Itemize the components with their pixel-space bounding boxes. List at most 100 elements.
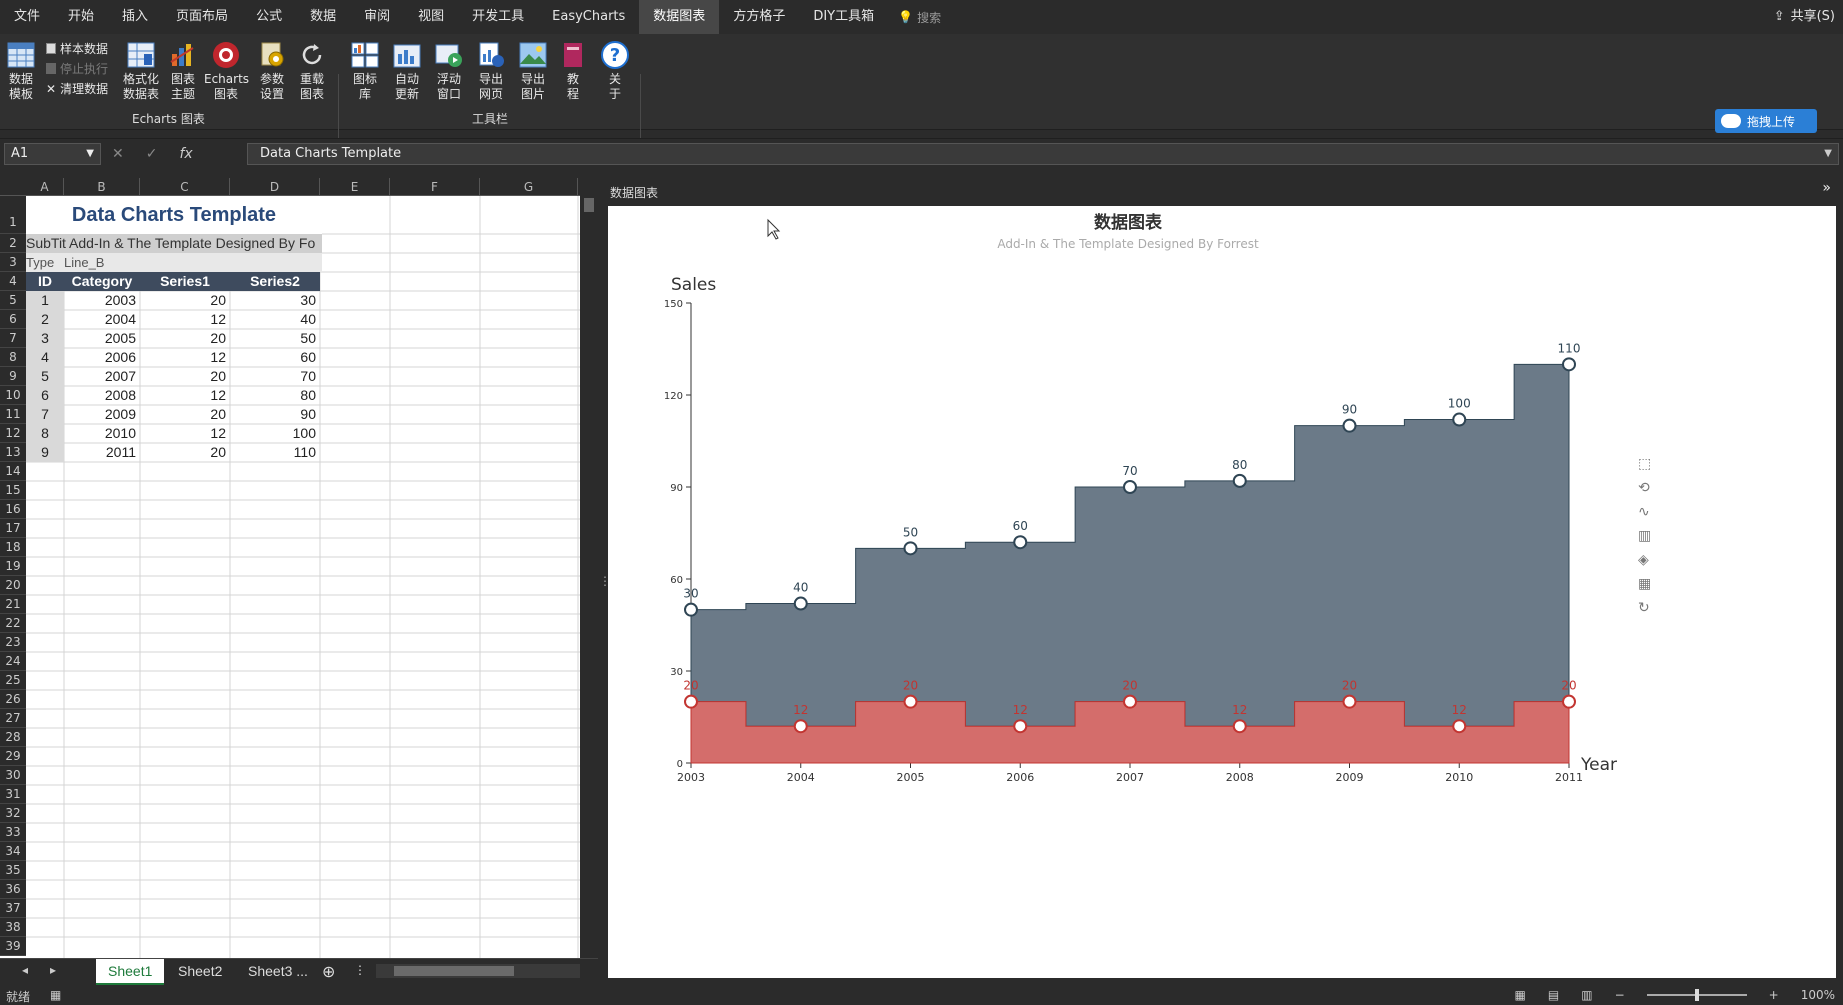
table-cell[interactable]: 5 bbox=[26, 367, 64, 386]
chart-svg[interactable]: 数据图表 Add-In & The Template Designed By Fo… bbox=[608, 206, 1836, 978]
zoom-icon[interactable]: ⬚ bbox=[1638, 456, 1651, 472]
column-header-d[interactable]: D bbox=[230, 178, 320, 196]
row-header-19[interactable]: 19 bbox=[0, 557, 26, 576]
table-cell[interactable]: 7 bbox=[26, 405, 64, 424]
tab-sheet1[interactable]: Sheet1 bbox=[96, 959, 165, 985]
cell-grid[interactable]: Data Charts Template SubTit Add-In & The… bbox=[26, 196, 580, 958]
zoom-out-icon[interactable]: − bbox=[1615, 988, 1625, 1002]
table-cell[interactable]: 60 bbox=[230, 348, 320, 367]
zoom-reset-icon[interactable]: ⟲ bbox=[1638, 480, 1650, 496]
table-cell[interactable]: 12 bbox=[140, 310, 230, 329]
table-cell[interactable]: 2009 bbox=[64, 405, 140, 424]
cell-type-value[interactable]: Line_B bbox=[64, 253, 322, 272]
add-sheet-icon[interactable]: ⊕ bbox=[322, 962, 335, 981]
row-header-32[interactable]: 32 bbox=[0, 804, 26, 823]
expand-formula-icon[interactable]: ▼ bbox=[1824, 144, 1832, 164]
table-cell[interactable]: 110 bbox=[230, 443, 320, 462]
table-cell[interactable]: 12 bbox=[140, 348, 230, 367]
row-header-4[interactable]: 4 bbox=[0, 272, 26, 291]
row-header-22[interactable]: 22 bbox=[0, 614, 26, 633]
row-header-6[interactable]: 6 bbox=[0, 310, 26, 329]
header-cell-id[interactable]: ID bbox=[26, 272, 64, 291]
bar-icon[interactable]: ▥ bbox=[1638, 528, 1651, 544]
tab-sheet2[interactable]: Sheet2 bbox=[166, 959, 234, 985]
fx-icon[interactable]: fx bbox=[179, 146, 192, 162]
row-header-21[interactable]: 21 bbox=[0, 595, 26, 614]
menu-review[interactable]: 审阅 bbox=[350, 0, 404, 34]
row-header-15[interactable]: 15 bbox=[0, 481, 26, 500]
table-cell[interactable]: 2 bbox=[26, 310, 64, 329]
table-cell[interactable]: 8 bbox=[26, 424, 64, 443]
column-header-a[interactable]: A bbox=[26, 178, 64, 196]
prev-sheet-icon[interactable]: ◂ bbox=[22, 963, 28, 977]
chart-area[interactable]: 数据图表 Add-In & The Template Designed By Fo… bbox=[608, 206, 1836, 978]
table-cell[interactable]: 20 bbox=[140, 367, 230, 386]
column-header-b[interactable]: B bbox=[64, 178, 140, 196]
table-cell[interactable]: 20 bbox=[140, 405, 230, 424]
cell-title[interactable]: Data Charts Template bbox=[26, 196, 322, 234]
menu-fangfang[interactable]: 方方格子 bbox=[719, 0, 799, 34]
collapse-pane-icon[interactable]: » bbox=[1822, 180, 1831, 196]
row-header-2[interactable]: 2 bbox=[0, 234, 26, 253]
table-cell[interactable]: 20 bbox=[140, 329, 230, 348]
row-header-16[interactable]: 16 bbox=[0, 500, 26, 519]
column-header-f[interactable]: F bbox=[390, 178, 480, 196]
row-header-8[interactable]: 8 bbox=[0, 348, 26, 367]
table-cell[interactable]: 3 bbox=[26, 329, 64, 348]
check-icon[interactable]: ✓ bbox=[146, 146, 158, 162]
table-cell[interactable]: 9 bbox=[26, 443, 64, 462]
menu-home[interactable]: 开始 bbox=[54, 0, 108, 34]
table-cell[interactable]: 30 bbox=[230, 291, 320, 310]
echarts-chart-button[interactable]: Echarts图表 bbox=[204, 40, 249, 102]
table-cell[interactable]: 2004 bbox=[64, 310, 140, 329]
params-button[interactable]: 参数设置 bbox=[252, 40, 292, 102]
cell-subtitle[interactable]: SubTit Add-In & The Template Designed By… bbox=[26, 234, 322, 253]
row-header-26[interactable]: 26 bbox=[0, 690, 26, 709]
table-cell[interactable]: 12 bbox=[140, 424, 230, 443]
column-header-c[interactable]: C bbox=[140, 178, 230, 196]
search-box[interactable]: 💡 搜索 bbox=[888, 9, 941, 26]
table-cell[interactable]: 2010 bbox=[64, 424, 140, 443]
normal-view-icon[interactable]: ▦ bbox=[1515, 988, 1526, 1002]
row-header-35[interactable]: 35 bbox=[0, 861, 26, 880]
table-cell[interactable]: 2011 bbox=[64, 443, 140, 462]
menu-data[interactable]: 数据 bbox=[296, 0, 350, 34]
table-cell[interactable]: 40 bbox=[230, 310, 320, 329]
row-header-38[interactable]: 38 bbox=[0, 918, 26, 937]
table-cell[interactable]: 12 bbox=[140, 386, 230, 405]
table-cell[interactable]: 4 bbox=[26, 348, 64, 367]
row-header-36[interactable]: 36 bbox=[0, 880, 26, 899]
horizontal-scrollbar[interactable] bbox=[376, 964, 580, 978]
format-table-button[interactable]: 格式化数据表 bbox=[118, 40, 164, 102]
tab-sheet3[interactable]: Sheet3 ... bbox=[236, 959, 320, 985]
row-header-30[interactable]: 30 bbox=[0, 766, 26, 785]
row-header-33[interactable]: 33 bbox=[0, 823, 26, 842]
sample-data-button[interactable]: 样本数据 bbox=[46, 40, 108, 57]
row-header-5[interactable]: 5 bbox=[0, 291, 26, 310]
header-cell-category[interactable]: Category bbox=[64, 272, 140, 291]
table-cell[interactable]: 20 bbox=[140, 443, 230, 462]
macro-icon[interactable]: ▦ bbox=[50, 988, 61, 1005]
row-header-34[interactable]: 34 bbox=[0, 842, 26, 861]
zoom-in-icon[interactable]: + bbox=[1769, 988, 1779, 1002]
restore-icon[interactable]: ↻ bbox=[1638, 600, 1650, 616]
reload-chart-button[interactable]: 重载图表 bbox=[292, 40, 332, 102]
row-header-37[interactable]: 37 bbox=[0, 899, 26, 918]
row-header-7[interactable]: 7 bbox=[0, 329, 26, 348]
row-header-14[interactable]: 14 bbox=[0, 462, 26, 481]
tutorial-button[interactable]: 教程 bbox=[556, 40, 590, 102]
header-cell-series2[interactable]: Series2 bbox=[230, 272, 320, 291]
menu-formulas[interactable]: 公式 bbox=[242, 0, 296, 34]
pane-splitter[interactable]: ⋮ bbox=[598, 178, 611, 988]
row-header-17[interactable]: 17 bbox=[0, 519, 26, 538]
page-break-icon[interactable]: ▥ bbox=[1581, 988, 1592, 1002]
cell-type-label[interactable]: Type bbox=[26, 253, 64, 272]
share-button[interactable]: ⇪ 共享(S) bbox=[1774, 0, 1835, 34]
table-cell[interactable]: 1 bbox=[26, 291, 64, 310]
row-header-31[interactable]: 31 bbox=[0, 785, 26, 804]
formula-input[interactable]: Data Charts Template ▼ bbox=[247, 143, 1839, 165]
next-sheet-icon[interactable]: ▸ bbox=[50, 963, 56, 977]
line-icon[interactable]: ∿ bbox=[1638, 504, 1650, 520]
chart-gallery-button[interactable]: 图标库 bbox=[346, 40, 384, 102]
table-cell[interactable]: 90 bbox=[230, 405, 320, 424]
